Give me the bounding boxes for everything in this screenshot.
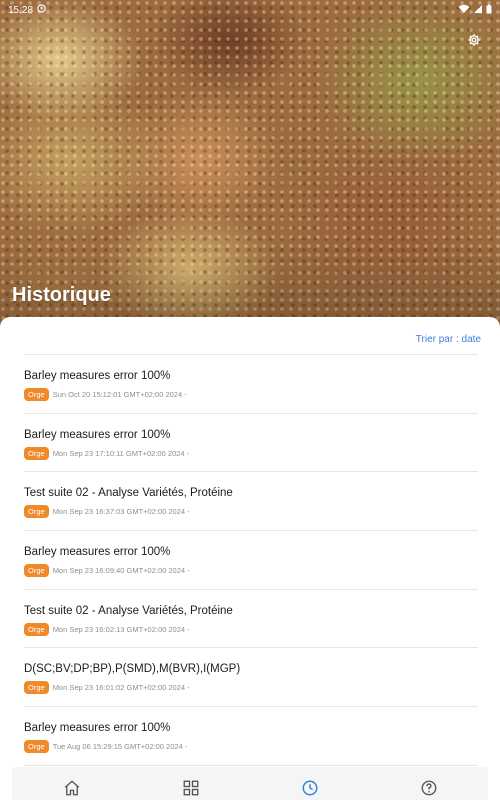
history-item-title: D(SC;BV;DP;BP),P(SMD),M(BVR),I(MGP) — [24, 663, 241, 676]
history-item[interactable]: Barley measures error 100% Orge Sun Oct … — [24, 355, 478, 414]
history-panel: Trier par : date Barley measures error 1… — [0, 317, 500, 800]
history-item-meta: Orge Mon Sep 23 16:37:03 GMT+02:00 2024 … — [24, 505, 478, 519]
bottom-nav — [12, 767, 488, 800]
grain-badge: Orge — [24, 622, 49, 636]
grain-badge: Orge — [24, 681, 49, 695]
history-item-date: Mon Sep 23 16:37:03 GMT+02:00 2024 - — [52, 507, 190, 517]
status-right — [458, 4, 492, 17]
history-item-title: Barley measures error 100% — [24, 370, 171, 382]
history-list: Barley measures error 100% Orge Sun Oct … — [24, 354, 478, 766]
status-left: 15:28 — [8, 4, 46, 16]
grain-badge: Orge — [24, 505, 49, 519]
history-item-title: Test suite 02 - Analyse Variétés, Protéi… — [24, 604, 233, 617]
home-icon — [63, 779, 81, 800]
history-item[interactable]: Barley measures error 100% Orge Mon Sep … — [24, 414, 478, 473]
header-image — [0, 0, 500, 330]
history-item[interactable]: Test suite 02 - Analyse Variétés, Protéi… — [24, 472, 478, 532]
nav-grid[interactable] — [171, 779, 211, 800]
history-item-meta: Orge Mon Sep 23 16:01:02 GMT+02:00 2024 … — [24, 681, 478, 695]
page-title: Historique — [12, 284, 111, 306]
history-item-date: Sun Oct 20 15:12:01 GMT+02:00 2024 - — [52, 390, 187, 399]
grid-icon — [182, 779, 200, 800]
history-item[interactable]: D(SC;BV;DP;BP),P(SMD),M(BVR),I(MGP) Orge… — [24, 648, 478, 708]
history-item-meta: Orge Mon Sep 23 16:02:13 GMT+02:00 2024 … — [24, 622, 478, 636]
gear-icon — [467, 33, 481, 52]
history-item-title: Barley measures error 100% — [24, 546, 171, 559]
history-item-date: Mon Sep 23 16:01:02 GMT+02:00 2024 - — [52, 683, 190, 693]
notification-icon — [37, 4, 46, 16]
grain-badge: Orge — [24, 564, 49, 578]
history-item-date: Mon Sep 23 17:10:11 GMT+02:00 2024 - — [52, 448, 190, 458]
nav-history[interactable] — [290, 779, 330, 800]
help-icon — [420, 779, 438, 800]
history-item-title: Test suite 02 - Analyse Variétés, Protéi… — [24, 487, 233, 500]
grain-badge: Orge — [24, 446, 49, 460]
history-item-date: Mon Sep 23 16:02:13 GMT+02:00 2024 - — [52, 624, 190, 634]
history-item-date: Mon Sep 23 16:09:40 GMT+02:00 2024 - — [52, 566, 190, 576]
status-time: 15:28 — [8, 4, 34, 16]
grain-badge: Orge — [24, 388, 49, 401]
grain-badge: Orge — [24, 740, 49, 754]
wifi-icon — [458, 4, 470, 17]
history-item[interactable]: Barley measures error 100% Orge Mon Sep … — [24, 531, 478, 590]
history-item-meta: Orge Mon Sep 23 17:10:11 GMT+02:00 2024 … — [24, 446, 478, 460]
battery-icon — [486, 4, 492, 17]
history-item-title: Barley measures error 100% — [24, 428, 171, 441]
nav-help[interactable] — [409, 779, 449, 800]
history-item-date: Tue Aug 06 15:29:15 GMT+02:00 2024 - — [52, 742, 188, 752]
sort-by-date-link[interactable]: Trier par : date — [416, 334, 481, 345]
status-bar: 15:28 — [0, 0, 500, 20]
settings-button[interactable] — [465, 33, 483, 51]
history-item[interactable]: Test suite 02 - Analyse Variétés, Protéi… — [24, 590, 478, 649]
history-item-meta: Orge Tue Aug 06 15:29:15 GMT+02:00 2024 … — [24, 740, 478, 754]
history-item[interactable]: Barley measures error 100% Orge Tue Aug … — [24, 707, 478, 766]
history-item-meta: Orge Mon Sep 23 16:09:40 GMT+02:00 2024 … — [24, 564, 478, 578]
signal-icon — [473, 4, 483, 17]
clock-icon — [301, 779, 319, 800]
history-item-meta: Orge Sun Oct 20 15:12:01 GMT+02:00 2024 … — [24, 388, 478, 401]
nav-home[interactable] — [52, 779, 92, 800]
history-item-title: Barley measures error 100% — [24, 722, 171, 735]
